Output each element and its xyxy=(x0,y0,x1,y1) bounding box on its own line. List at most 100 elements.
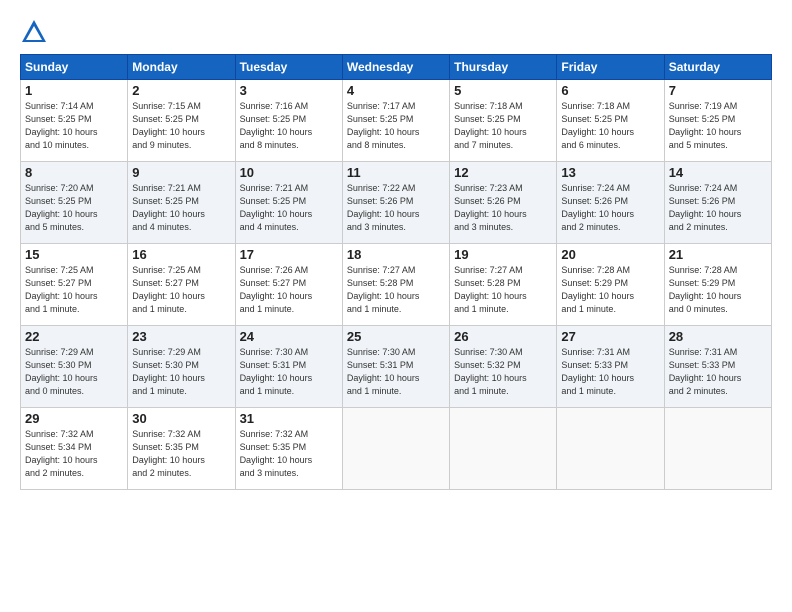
day-cell: 17Sunrise: 7:26 AM Sunset: 5:27 PM Dayli… xyxy=(235,244,342,326)
day-cell xyxy=(557,408,664,490)
day-number: 18 xyxy=(347,247,445,262)
day-info: Sunrise: 7:24 AM Sunset: 5:26 PM Dayligh… xyxy=(561,182,659,234)
day-number: 30 xyxy=(132,411,230,426)
week-row-4: 22 Sunrise: 7:29 AM Sunset: 5:30 PM Dayli… xyxy=(21,326,772,408)
day-number: 28 xyxy=(669,329,767,344)
day-cell xyxy=(450,408,557,490)
header xyxy=(20,18,772,46)
day-info: Sunrise: 7:19 AM Sunset: 5:25 PM Dayligh… xyxy=(669,100,767,152)
day-number: 2 xyxy=(132,83,230,98)
day-cell: 3 Sunrise: 7:16 AM Sunset: 5:25 PM Daylig… xyxy=(235,80,342,162)
day-number: 31 xyxy=(240,411,338,426)
week-row-1: 1 Sunrise: 7:14 AM Sunset: 5:25 PM Daylig… xyxy=(21,80,772,162)
day-info: Sunrise: 7:28 AM Sunset: 5:29 PM Dayligh… xyxy=(669,264,767,316)
day-info: Sunrise: 7:22 AM Sunset: 5:26 PM Dayligh… xyxy=(347,182,445,234)
day-cell: 12 Sunrise: 7:23 AM Sunset: 5:26 PM Dayli… xyxy=(450,162,557,244)
day-cell: 26 Sunrise: 7:30 AM Sunset: 5:32 PM Dayli… xyxy=(450,326,557,408)
day-number: 10 xyxy=(240,165,338,180)
weekday-thursday: Thursday xyxy=(450,55,557,80)
day-number: 12 xyxy=(454,165,552,180)
day-cell: 15Sunrise: 7:25 AM Sunset: 5:27 PM Dayli… xyxy=(21,244,128,326)
day-cell: 11 Sunrise: 7:22 AM Sunset: 5:26 PM Dayli… xyxy=(342,162,449,244)
day-info: Sunrise: 7:32 AM Sunset: 5:35 PM Dayligh… xyxy=(132,428,230,480)
day-info: Sunrise: 7:27 AM Sunset: 5:28 PM Dayligh… xyxy=(347,264,445,316)
day-cell: 28 Sunrise: 7:31 AM Sunset: 5:33 PM Dayli… xyxy=(664,326,771,408)
logo xyxy=(20,18,52,46)
day-info: Sunrise: 7:18 AM Sunset: 5:25 PM Dayligh… xyxy=(454,100,552,152)
day-info: Sunrise: 7:23 AM Sunset: 5:26 PM Dayligh… xyxy=(454,182,552,234)
day-cell: 8 Sunrise: 7:20 AM Sunset: 5:25 PM Daylig… xyxy=(21,162,128,244)
day-info: Sunrise: 7:24 AM Sunset: 5:26 PM Dayligh… xyxy=(669,182,767,234)
day-cell: 6Sunrise: 7:18 AM Sunset: 5:25 PM Daylig… xyxy=(557,80,664,162)
week-row-5: 29 Sunrise: 7:32 AM Sunset: 5:34 PM Dayli… xyxy=(21,408,772,490)
day-info: Sunrise: 7:14 AM Sunset: 5:25 PM Dayligh… xyxy=(25,100,123,152)
day-info: Sunrise: 7:29 AM Sunset: 5:30 PM Dayligh… xyxy=(132,346,230,398)
weekday-monday: Monday xyxy=(128,55,235,80)
day-number: 26 xyxy=(454,329,552,344)
day-cell: 30 Sunrise: 7:32 AM Sunset: 5:35 PM Dayli… xyxy=(128,408,235,490)
weekday-tuesday: Tuesday xyxy=(235,55,342,80)
day-info: Sunrise: 7:21 AM Sunset: 5:25 PM Dayligh… xyxy=(240,182,338,234)
day-info: Sunrise: 7:29 AM Sunset: 5:30 PM Dayligh… xyxy=(25,346,123,398)
day-cell: 18 Sunrise: 7:27 AM Sunset: 5:28 PM Dayli… xyxy=(342,244,449,326)
day-cell: 16 Sunrise: 7:25 AM Sunset: 5:27 PM Dayli… xyxy=(128,244,235,326)
calendar: SundayMondayTuesdayWednesdayThursdayFrid… xyxy=(20,54,772,490)
day-cell: 27Sunrise: 7:31 AM Sunset: 5:33 PM Dayli… xyxy=(557,326,664,408)
day-info: Sunrise: 7:27 AM Sunset: 5:28 PM Dayligh… xyxy=(454,264,552,316)
day-cell: 10 Sunrise: 7:21 AM Sunset: 5:25 PM Dayli… xyxy=(235,162,342,244)
day-info: Sunrise: 7:28 AM Sunset: 5:29 PM Dayligh… xyxy=(561,264,659,316)
day-cell xyxy=(664,408,771,490)
day-number: 17 xyxy=(240,247,338,262)
day-cell: 23Sunrise: 7:29 AM Sunset: 5:30 PM Dayli… xyxy=(128,326,235,408)
day-number: 22 xyxy=(25,329,123,344)
day-cell: 19Sunrise: 7:27 AM Sunset: 5:28 PM Dayli… xyxy=(450,244,557,326)
day-info: Sunrise: 7:32 AM Sunset: 5:35 PM Dayligh… xyxy=(240,428,338,480)
day-info: Sunrise: 7:31 AM Sunset: 5:33 PM Dayligh… xyxy=(669,346,767,398)
day-cell: 31 Sunrise: 7:32 AM Sunset: 5:35 PM Dayli… xyxy=(235,408,342,490)
day-number: 3 xyxy=(240,83,338,98)
day-number: 9 xyxy=(132,165,230,180)
day-cell: 22 Sunrise: 7:29 AM Sunset: 5:30 PM Dayli… xyxy=(21,326,128,408)
weekday-saturday: Saturday xyxy=(664,55,771,80)
day-number: 29 xyxy=(25,411,123,426)
weekday-header-row: SundayMondayTuesdayWednesdayThursdayFrid… xyxy=(21,55,772,80)
day-info: Sunrise: 7:32 AM Sunset: 5:34 PM Dayligh… xyxy=(25,428,123,480)
day-number: 11 xyxy=(347,165,445,180)
day-number: 27 xyxy=(561,329,659,344)
day-number: 24 xyxy=(240,329,338,344)
day-info: Sunrise: 7:16 AM Sunset: 5:25 PM Dayligh… xyxy=(240,100,338,152)
calendar-header: SundayMondayTuesdayWednesdayThursdayFrid… xyxy=(21,55,772,80)
day-cell: 9 Sunrise: 7:21 AM Sunset: 5:25 PM Daylig… xyxy=(128,162,235,244)
day-cell: 20 Sunrise: 7:28 AM Sunset: 5:29 PM Dayli… xyxy=(557,244,664,326)
day-number: 8 xyxy=(25,165,123,180)
day-number: 7 xyxy=(669,83,767,98)
day-cell: 24 Sunrise: 7:30 AM Sunset: 5:31 PM Dayli… xyxy=(235,326,342,408)
logo-icon xyxy=(20,18,48,46)
day-cell: 13 Sunrise: 7:24 AM Sunset: 5:26 PM Dayli… xyxy=(557,162,664,244)
day-info: Sunrise: 7:30 AM Sunset: 5:31 PM Dayligh… xyxy=(347,346,445,398)
day-number: 20 xyxy=(561,247,659,262)
page: SundayMondayTuesdayWednesdayThursdayFrid… xyxy=(0,0,792,500)
day-info: Sunrise: 7:20 AM Sunset: 5:25 PM Dayligh… xyxy=(25,182,123,234)
weekday-friday: Friday xyxy=(557,55,664,80)
day-cell: 7 Sunrise: 7:19 AM Sunset: 5:25 PM Daylig… xyxy=(664,80,771,162)
day-number: 21 xyxy=(669,247,767,262)
day-cell: 29 Sunrise: 7:32 AM Sunset: 5:34 PM Dayli… xyxy=(21,408,128,490)
day-info: Sunrise: 7:25 AM Sunset: 5:27 PM Dayligh… xyxy=(132,264,230,316)
week-row-2: 8 Sunrise: 7:20 AM Sunset: 5:25 PM Daylig… xyxy=(21,162,772,244)
day-info: Sunrise: 7:30 AM Sunset: 5:32 PM Dayligh… xyxy=(454,346,552,398)
day-number: 1 xyxy=(25,83,123,98)
day-number: 13 xyxy=(561,165,659,180)
day-info: Sunrise: 7:17 AM Sunset: 5:25 PM Dayligh… xyxy=(347,100,445,152)
calendar-body: 1 Sunrise: 7:14 AM Sunset: 5:25 PM Daylig… xyxy=(21,80,772,490)
day-cell xyxy=(342,408,449,490)
day-cell: 1 Sunrise: 7:14 AM Sunset: 5:25 PM Daylig… xyxy=(21,80,128,162)
day-cell: 5Sunrise: 7:18 AM Sunset: 5:25 PM Daylig… xyxy=(450,80,557,162)
day-info: Sunrise: 7:18 AM Sunset: 5:25 PM Dayligh… xyxy=(561,100,659,152)
day-info: Sunrise: 7:21 AM Sunset: 5:25 PM Dayligh… xyxy=(132,182,230,234)
day-info: Sunrise: 7:30 AM Sunset: 5:31 PM Dayligh… xyxy=(240,346,338,398)
day-cell: 4Sunrise: 7:17 AM Sunset: 5:25 PM Daylig… xyxy=(342,80,449,162)
day-number: 14 xyxy=(669,165,767,180)
weekday-sunday: Sunday xyxy=(21,55,128,80)
day-number: 16 xyxy=(132,247,230,262)
